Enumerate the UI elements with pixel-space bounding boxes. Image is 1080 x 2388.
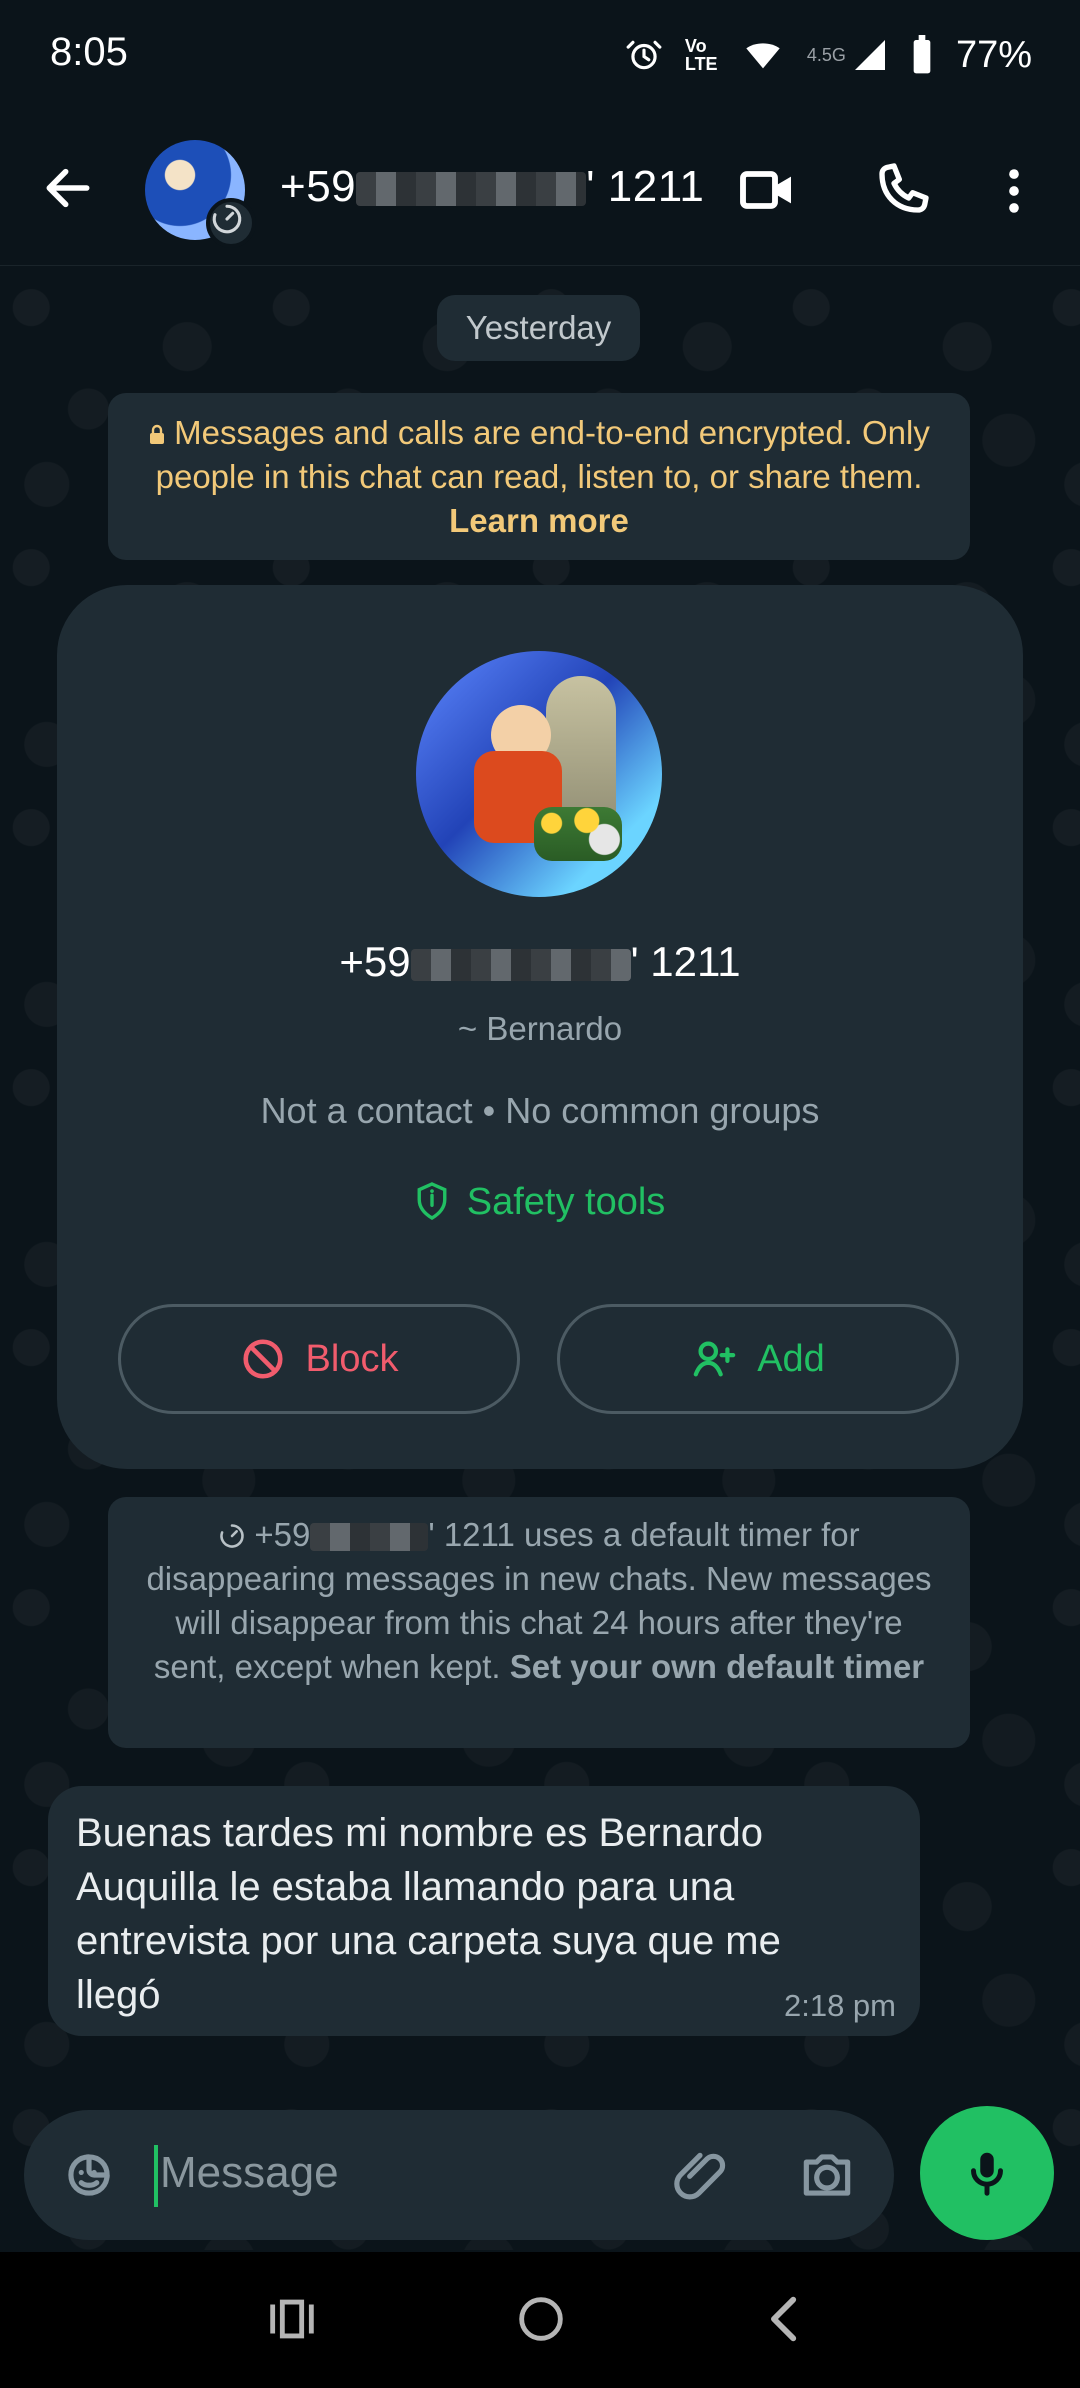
attach-icon <box>674 2152 726 2200</box>
more-vertical-icon <box>1009 169 1019 213</box>
camera-icon <box>803 2154 851 2196</box>
contact-meta: Not a contact • No common groups <box>260 1090 820 1131</box>
system-back-button[interactable] <box>757 2290 815 2348</box>
message-text: Buenas tardes mi nombre es Bernardo Auqu… <box>76 1811 781 2017</box>
attach-button[interactable] <box>669 2144 731 2206</box>
contact-number-suffix: ' 1211 <box>586 162 705 211</box>
shield-icon <box>417 1182 447 1220</box>
text-cursor <box>154 2145 158 2207</box>
incoming-message[interactable]: Buenas tardes mi nombre es Bernardo Auqu… <box>48 1786 920 2036</box>
video-call-icon <box>740 171 791 209</box>
safety-tools-label: Safety tools <box>466 1181 666 1223</box>
learn-more-link[interactable]: Learn more <box>449 502 629 539</box>
timer-icon <box>212 204 242 234</box>
sticker-icon <box>68 2154 110 2196</box>
status-bar: 8:05 Vo LTE 4.5G 77% <box>0 0 1080 110</box>
system-back-icon <box>771 2296 797 2342</box>
message-composer[interactable]: Message <box>24 2110 894 2240</box>
profile-number-suffix: ' 1211 <box>630 938 741 985</box>
back-button[interactable] <box>40 160 96 216</box>
microphone-icon <box>971 2152 1003 2196</box>
android-navigation-bar <box>0 2252 1080 2388</box>
contact-profile-card: +59 ' 1211 ~ Bernardo Not a contact • No … <box>57 585 1023 1469</box>
redacted-number <box>356 172 587 207</box>
home-button[interactable] <box>512 2290 570 2348</box>
add-contact-button[interactable]: Add <box>557 1304 959 1414</box>
voice-call-button[interactable] <box>870 158 934 222</box>
lock-icon <box>150 424 165 444</box>
signal-icon <box>854 40 885 70</box>
message-time: 2:18 pm <box>783 1988 896 2023</box>
phone-icon <box>879 163 929 213</box>
camera-button[interactable] <box>796 2144 858 2206</box>
alarm-icon <box>626 40 662 70</box>
timer-number-prefix: +59 <box>254 1516 311 1553</box>
set-default-timer-link[interactable]: Set your own default timer <box>510 1648 924 1685</box>
contact-number-prefix: +59 <box>280 162 357 211</box>
date-separator: Yesterday <box>437 295 640 361</box>
recent-apps-icon <box>270 2299 314 2339</box>
battery-icon <box>913 35 931 74</box>
encryption-text: Messages and calls are end-to-end encryp… <box>155 414 930 495</box>
profile-photo[interactable] <box>416 651 662 897</box>
flowers-shape <box>534 807 622 861</box>
message-input[interactable]: Message <box>160 2148 339 2198</box>
timer-badge <box>206 198 256 248</box>
chat-header: +59 ' 1211 <box>0 110 1080 266</box>
home-icon <box>519 2297 563 2341</box>
status-time: 8:05 <box>50 30 128 74</box>
block-button[interactable]: Block <box>118 1304 520 1414</box>
safety-tools-link[interactable]: Safety tools <box>57 1181 1023 1224</box>
default-timer-notice[interactable]: +59 ' 1211 uses a default timer for disap… <box>108 1497 970 1748</box>
timer-number-suffix: ' 1211 <box>428 1516 515 1553</box>
wifi-icon <box>746 43 780 69</box>
lte-label: Vo LTE <box>684 36 718 74</box>
back-arrow-icon <box>46 168 90 208</box>
profile-alias: ~ Bernardo <box>457 1010 623 1047</box>
profile-number-prefix: +59 <box>339 938 411 985</box>
profile-number: +59 ' 1211 <box>57 938 1023 986</box>
recent-apps-button[interactable] <box>263 2290 321 2348</box>
redacted-profile-number <box>410 948 631 981</box>
add-contact-icon <box>693 1341 736 1377</box>
block-icon <box>242 1339 283 1379</box>
more-options-button[interactable] <box>990 162 1038 220</box>
voice-message-button[interactable] <box>920 2106 1054 2240</box>
sticker-button[interactable] <box>58 2144 120 2206</box>
add-label: Add <box>757 1337 825 1380</box>
redacted-timer-number <box>310 1523 429 1552</box>
timer-icon <box>220 1524 245 1548</box>
network-type: 4.5G <box>806 44 846 65</box>
block-label: Block <box>305 1337 399 1380</box>
contact-title[interactable]: +59 ' 1211 <box>280 162 704 212</box>
status-icons: Vo LTE 4.5G 77% <box>625 30 1032 80</box>
encryption-notice[interactable]: Messages and calls are end-to-end encryp… <box>108 393 970 560</box>
video-call-button[interactable] <box>735 158 799 222</box>
battery-percent: 77% <box>955 33 1032 76</box>
